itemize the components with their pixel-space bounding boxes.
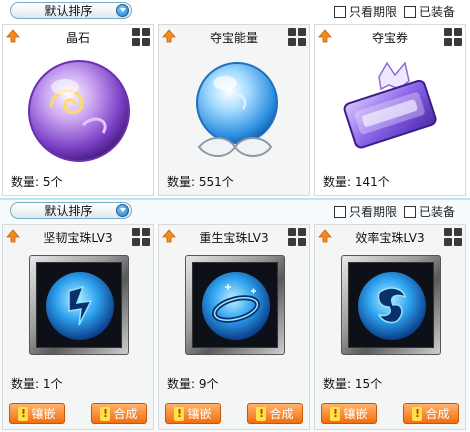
item-card-energy[interactable]: 夺宝能量 数量: 551个 bbox=[158, 24, 310, 196]
filter-label: 只看期限 bbox=[349, 5, 398, 19]
filter-expiry-only[interactable]: 只看期限 bbox=[334, 203, 397, 220]
filter-equipped[interactable]: 已装备 bbox=[404, 3, 455, 20]
tenacity-gem-icon bbox=[46, 272, 114, 340]
inlay-button[interactable]: ! 镶嵌 bbox=[165, 403, 221, 424]
item-name: 效率宝珠LV3 bbox=[355, 231, 425, 245]
rebirth-gem-icon bbox=[202, 272, 270, 340]
chevron-down-icon bbox=[116, 4, 129, 17]
crystal-orb-icon bbox=[28, 60, 130, 162]
filter-equipped[interactable]: 已装备 bbox=[404, 203, 455, 220]
grid-view-icon[interactable] bbox=[288, 228, 306, 246]
item-name: 夺宝券 bbox=[371, 31, 408, 45]
grid-view-icon[interactable] bbox=[288, 28, 306, 46]
exclamation-icon: ! bbox=[174, 406, 185, 421]
item-quantity: 数量: 141个 bbox=[323, 175, 390, 189]
item-panel-top: 默认排序 只看期限 已装备 晶石 数量: 5个 夺宝能量 数量: 551个 夺宝… bbox=[0, 0, 470, 198]
treasure-ticket-icon bbox=[343, 61, 437, 149]
card-header: 夺宝券 bbox=[315, 25, 465, 47]
sort-label: 默认排序 bbox=[44, 4, 93, 18]
sort-dropdown[interactable]: 默认排序 bbox=[10, 202, 132, 219]
card-actions: ! 镶嵌 ! 合成 bbox=[3, 403, 153, 425]
checkbox-icon[interactable] bbox=[334, 205, 346, 218]
filter-expiry-only[interactable]: 只看期限 bbox=[334, 3, 397, 20]
item-panel-bottom: 默认排序 只看期限 已装备 坚韧宝珠LV3 数量: 1个 ! 镶嵌 ! 合成 重… bbox=[0, 198, 470, 432]
item-quantity: 数量: 5个 bbox=[11, 175, 63, 189]
inlay-button[interactable]: ! 镶嵌 bbox=[321, 403, 377, 424]
exclamation-icon: ! bbox=[100, 406, 111, 421]
grid-view-icon[interactable] bbox=[132, 28, 150, 46]
sort-dropdown[interactable]: 默认排序 bbox=[10, 2, 132, 19]
grid-view-icon[interactable] bbox=[444, 228, 462, 246]
item-card-rebirth-gem[interactable]: 重生宝珠LV3 数量: 9个 ! 镶嵌 ! 合成 bbox=[158, 224, 310, 430]
energy-orb-icon bbox=[196, 62, 278, 157]
toolbar-top: 默认排序 只看期限 已装备 bbox=[0, 0, 470, 22]
exclamation-icon: ! bbox=[18, 406, 29, 421]
card-header: 坚韧宝珠LV3 bbox=[3, 225, 153, 247]
card-header: 晶石 bbox=[3, 25, 153, 47]
chevron-down-icon bbox=[116, 204, 129, 217]
card-header: 效率宝珠LV3 bbox=[315, 225, 465, 247]
grid-view-icon[interactable] bbox=[132, 228, 150, 246]
grid-view-icon[interactable] bbox=[444, 28, 462, 46]
gem-frame bbox=[29, 255, 129, 355]
exclamation-icon: ! bbox=[330, 406, 341, 421]
checkbox-icon[interactable] bbox=[404, 205, 416, 218]
efficiency-gem-icon bbox=[358, 272, 426, 340]
checkbox-icon[interactable] bbox=[334, 5, 346, 18]
item-quantity: 数量: 15个 bbox=[323, 377, 383, 391]
card-header: 重生宝珠LV3 bbox=[159, 225, 309, 247]
checkbox-icon[interactable] bbox=[404, 5, 416, 18]
combine-button[interactable]: ! 合成 bbox=[247, 403, 303, 424]
toolbar-bottom: 默认排序 只看期限 已装备 bbox=[0, 200, 470, 222]
item-quantity: 数量: 9个 bbox=[167, 377, 219, 391]
gem-frame bbox=[185, 255, 285, 355]
filter-label: 只看期限 bbox=[349, 205, 398, 219]
item-name: 夺宝能量 bbox=[209, 31, 258, 45]
item-card-crystal[interactable]: 晶石 数量: 5个 bbox=[2, 24, 154, 196]
item-name: 晶石 bbox=[65, 31, 90, 45]
item-card-tenacity-gem[interactable]: 坚韧宝珠LV3 数量: 1个 ! 镶嵌 ! 合成 bbox=[2, 224, 154, 430]
exclamation-icon: ! bbox=[256, 406, 267, 421]
combine-button[interactable]: ! 合成 bbox=[403, 403, 459, 424]
card-actions: ! 镶嵌 ! 合成 bbox=[315, 403, 465, 425]
combine-button[interactable]: ! 合成 bbox=[91, 403, 147, 424]
filter-label: 已装备 bbox=[419, 205, 456, 219]
filter-label: 已装备 bbox=[419, 5, 456, 19]
inlay-button[interactable]: ! 镶嵌 bbox=[9, 403, 65, 424]
item-quantity: 数量: 551个 bbox=[167, 175, 234, 189]
card-actions: ! 镶嵌 ! 合成 bbox=[159, 403, 309, 425]
exclamation-icon: ! bbox=[412, 406, 423, 421]
item-name: 重生宝珠LV3 bbox=[199, 231, 269, 245]
gem-frame bbox=[341, 255, 441, 355]
card-header: 夺宝能量 bbox=[159, 25, 309, 47]
item-card-efficiency-gem[interactable]: 效率宝珠LV3 数量: 15个 ! 镶嵌 ! 合成 bbox=[314, 224, 466, 430]
item-quantity: 数量: 1个 bbox=[11, 377, 63, 391]
item-name: 坚韧宝珠LV3 bbox=[43, 231, 113, 245]
sort-label: 默认排序 bbox=[44, 204, 93, 218]
item-card-ticket[interactable]: 夺宝券 数量: 141个 bbox=[314, 24, 466, 196]
